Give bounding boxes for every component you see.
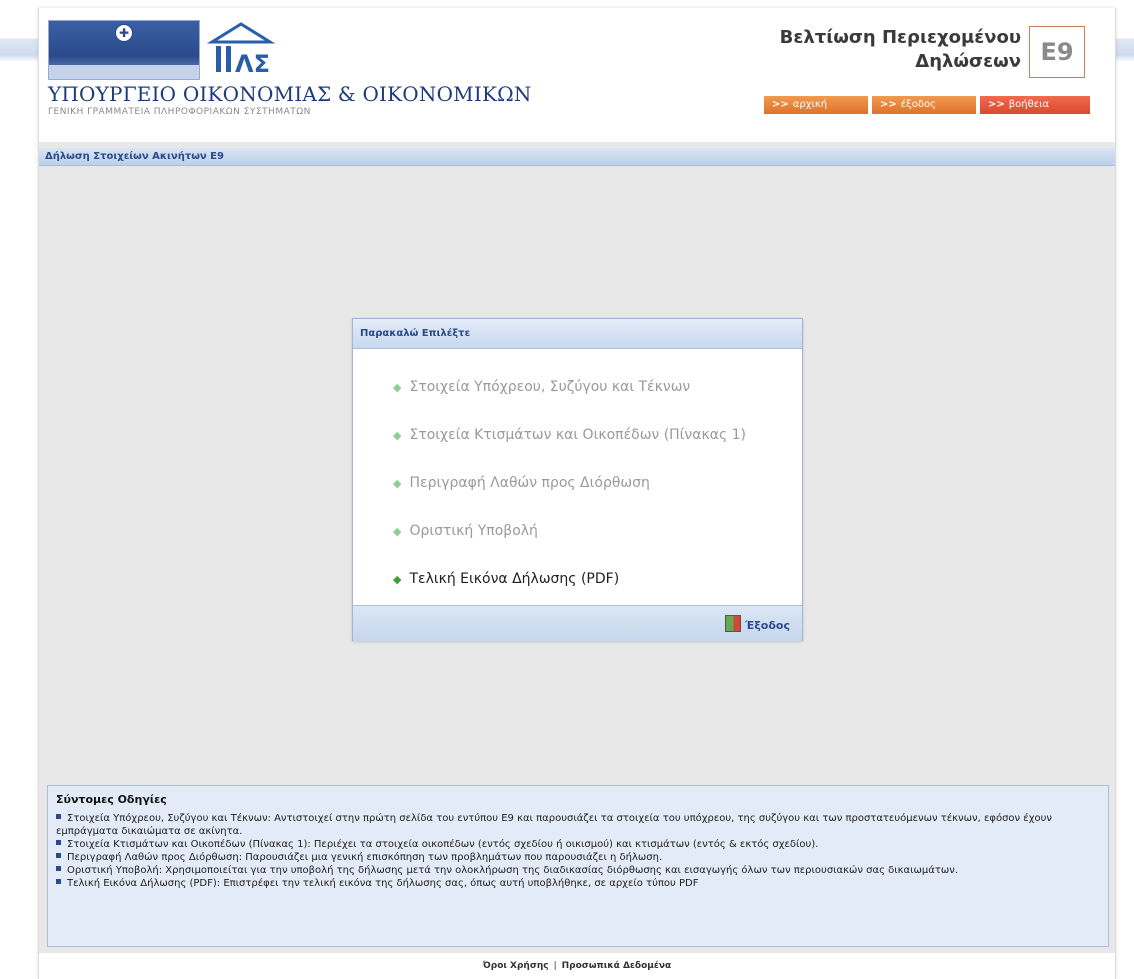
selection-panel: Παρακαλώ Επιλέξτε ◆ Στοιχεία Υπόχρεου, Συ… xyxy=(352,318,803,641)
nav-help-label: βοήθεια xyxy=(1008,99,1050,110)
app-title-line1: Βελτίωση Περιεχομένου xyxy=(779,27,1021,48)
instruction-text: Τελική Εικόνα Δήλωσης (PDF): Επιστρέφει … xyxy=(67,878,699,889)
bullet-square-icon xyxy=(56,866,61,871)
menu-item-final-pdf[interactable]: ◆ Τελική Εικόνα Δήλωσης (PDF) xyxy=(393,567,619,591)
instruction-item: Στοιχεία Κτισμάτων και Οικοπέδων (Πίνακα… xyxy=(56,838,1101,851)
svg-text:ΛΣ: ΛΣ xyxy=(235,50,270,78)
bullet-square-icon xyxy=(56,853,61,858)
menu-item-final-submission: ◆ Οριστική Υποβολή xyxy=(393,519,538,543)
ministry-subtitle: ΓΕΝΙΚΗ ΓΡΑΜΜΑΤΕΙΑ ΠΛΗΡΟΦΟΡΙΑΚΩΝ ΣΥΣΤΗΜΑΤ… xyxy=(48,107,311,117)
page-container: ✚ ΛΣ ΥΠΟΥΡΓΕΙΟ ΟΙΚΟΝΟΜΙΑΣ & ΟΙΚΟΝΟΜΙΚΩΝ … xyxy=(38,8,1116,979)
arrow-bullet-icon: ◆ xyxy=(393,477,402,490)
ministry-title: ΥΠΟΥΡΓΕΙΟ ΟΙΚΟΝΟΜΙΑΣ & ΟΙΚΟΝΟΜΙΚΩΝ xyxy=(48,82,532,106)
instruction-text: Στοιχεία Κτισμάτων και Οικοπέδων (Πίνακα… xyxy=(67,839,819,850)
instruction-text: Περιγραφή Λαθών προς Διόρθωση: Παρουσιάζ… xyxy=(67,852,663,863)
nav-logout-button[interactable]: >> έξοδος xyxy=(872,96,976,114)
instruction-text: Στοιχεία Υπόχρεου, Συζύγου και Τέκνων: Α… xyxy=(56,813,1052,837)
instructions-box: Σύντομες Οδηγίες Στοιχεία Υπόχρεου, Συζύ… xyxy=(47,785,1109,947)
nav-arrow-icon: >> xyxy=(988,99,1005,110)
exit-door-icon xyxy=(725,615,741,632)
arrow-bullet-icon: ◆ xyxy=(393,525,402,538)
app-title-line2: Δηλώσεων xyxy=(915,51,1021,72)
gsis-logo: ΛΣ xyxy=(206,22,276,78)
menu-item-label: Οριστική Υποβολή xyxy=(409,523,538,539)
nav-arrow-icon: >> xyxy=(772,99,789,110)
menu-item-buildings-plots: ◆ Στοιχεία Κτισμάτων και Οικοπέδων (Πίνακ… xyxy=(393,423,746,447)
menu-item-label: Στοιχεία Κτισμάτων και Οικοπέδων (Πίνακα… xyxy=(409,427,746,443)
instruction-item: Τελική Εικόνα Δήλωσης (PDF): Επιστρέφει … xyxy=(56,877,1101,890)
menu-item-label: Περιγραφή Λαθών προς Διόρθωση xyxy=(409,475,650,491)
top-nav: >> αρχική >> έξοδος >> βοήθεια xyxy=(764,96,1090,114)
bullet-square-icon xyxy=(56,840,61,845)
privacy-link[interactable]: Προσωπικά Δεδομένα xyxy=(562,961,672,971)
logo-strip xyxy=(49,65,199,79)
instruction-item: Περιγραφή Λαθών προς Διόρθωση: Παρουσιάζ… xyxy=(56,851,1101,864)
section-title: Δήλωση Στοιχείων Ακινήτων E9 xyxy=(39,148,1115,166)
national-emblem-icon: ✚ xyxy=(115,24,133,42)
nav-help-button[interactable]: >> βοήθεια xyxy=(980,96,1090,114)
bullet-square-icon xyxy=(56,814,61,819)
header: ✚ ΛΣ ΥΠΟΥΡΓΕΙΟ ΟΙΚΟΝΟΜΙΑΣ & ΟΙΚΟΝΟΜΙΚΩΝ … xyxy=(39,8,1115,142)
menu-item-label: Στοιχεία Υπόχρεου, Συζύγου και Τέκνων xyxy=(409,379,691,395)
nav-home-button[interactable]: >> αρχική xyxy=(764,96,868,114)
terms-link[interactable]: Όροι Χρήσης xyxy=(483,961,549,971)
panel-footer: Έξοδος xyxy=(353,605,802,641)
panel-title: Παρακαλώ Επιλέξτε xyxy=(353,319,802,349)
menu-item-label: Τελική Εικόνα Δήλωσης (PDF) xyxy=(409,571,620,587)
instruction-item: Οριστική Υποβολή: Χρησιμοποιείται για τη… xyxy=(56,864,1101,877)
app-title: Βελτίωση Περιεχομένου Δηλώσεων xyxy=(759,26,1021,74)
exit-button[interactable]: Έξοδος xyxy=(725,615,790,633)
menu-item-taxpayer-details: ◆ Στοιχεία Υπόχρεου, Συζύγου και Τέκνων xyxy=(393,375,690,399)
bullet-square-icon xyxy=(56,879,61,884)
instruction-item: Στοιχεία Υπόχρεου, Συζύγου και Τέκνων: Α… xyxy=(56,812,1101,838)
arrow-bullet-icon: ◆ xyxy=(393,573,402,586)
instruction-text: Οριστική Υποβολή: Χρησιμοποιείται για τη… xyxy=(67,865,958,876)
e9-badge: E9 xyxy=(1029,26,1085,78)
arrow-bullet-icon: ◆ xyxy=(393,429,402,442)
arrow-bullet-icon: ◆ xyxy=(393,381,402,394)
nav-home-label: αρχική xyxy=(792,99,828,110)
menu-item-error-description: ◆ Περιγραφή Λαθών προς Διόρθωση xyxy=(393,471,650,495)
exit-label: Έξοδος xyxy=(745,619,790,632)
footer-separator: | xyxy=(553,961,557,971)
instructions-title: Σύντομες Οδηγίες xyxy=(56,793,167,806)
ministry-logo: ✚ xyxy=(48,20,200,80)
footer: Όροι Χρήσης | Προσωπικά Δεδομένα xyxy=(39,953,1115,979)
nav-logout-label: έξοδος xyxy=(900,99,936,110)
nav-arrow-icon: >> xyxy=(880,99,897,110)
